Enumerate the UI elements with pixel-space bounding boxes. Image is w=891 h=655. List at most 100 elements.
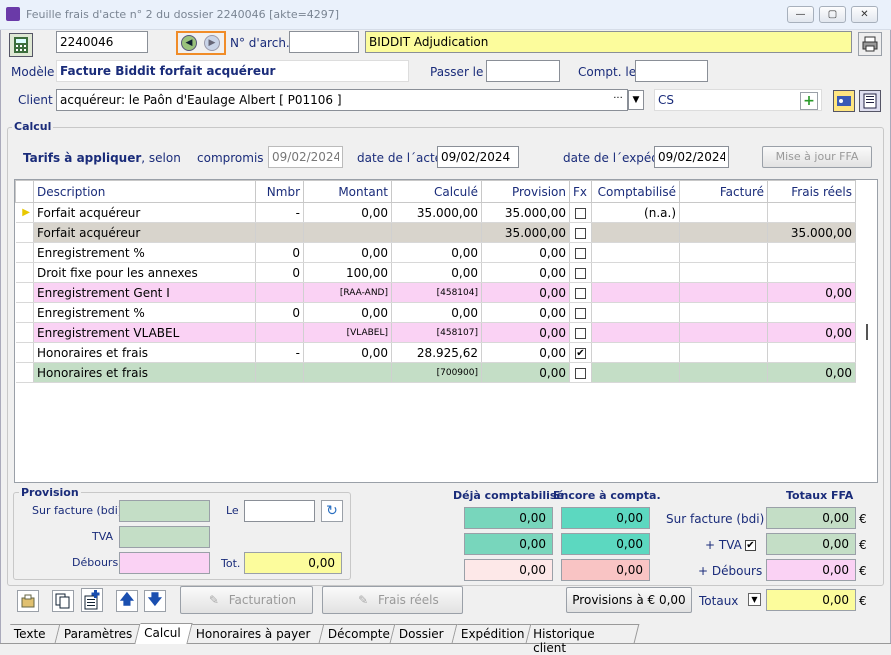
table-row[interactable]: Honoraires et frais -0,00 28.925,62 0,00 ✔ <box>15 342 856 363</box>
grid-scrollbar-thumb[interactable] <box>866 324 868 340</box>
cell-montant[interactable]: 0,00 <box>303 302 392 323</box>
tab-calcul[interactable]: Calcul <box>135 623 193 644</box>
cell-reels[interactable] <box>767 242 856 263</box>
cell-provision[interactable]: 35.000,00 <box>481 202 570 223</box>
row-selector[interactable]: ▶ <box>15 202 34 223</box>
cell-desc[interactable]: Honoraires et frais <box>33 362 256 383</box>
close-button[interactable]: ✕ <box>851 6 878 23</box>
cell-desc[interactable]: Enregistrement Gent I <box>33 282 256 303</box>
cell-facture[interactable] <box>679 322 768 343</box>
cell-compta[interactable] <box>591 282 680 303</box>
table-row[interactable]: Enregistrement Gent I [RAA-AND] [458104] 0,… <box>15 282 856 303</box>
col-facture[interactable]: Facturé <box>679 180 768 203</box>
cell-compta[interactable] <box>591 262 680 283</box>
cell-montant[interactable]: 100,00 <box>303 262 392 283</box>
table-row[interactable]: Forfait acquéreur 35.000,00 35.000,00 <box>15 222 856 243</box>
fx-checkbox[interactable] <box>575 287 586 299</box>
fx-checkbox[interactable] <box>575 227 586 239</box>
cell-calcule[interactable]: [458104] <box>391 282 482 303</box>
cell-provision[interactable]: 0,00 <box>481 322 570 343</box>
cell-calcule[interactable]: 35.000,00 <box>391 202 482 223</box>
row-selector[interactable] <box>15 322 34 343</box>
cell-compta[interactable] <box>591 322 680 343</box>
cell-nmbr[interactable]: - <box>255 202 304 223</box>
fx-checkbox-cell[interactable] <box>569 282 592 303</box>
add-client-icon[interactable]: + <box>800 92 818 110</box>
col-nmbr[interactable]: Nmbr <box>255 180 304 203</box>
facturation-button[interactable]: ✎ Facturation <box>180 586 313 614</box>
cell-montant[interactable]: [RAA-AND] <box>303 282 392 303</box>
ffa-tva-checkbox[interactable]: ✔ <box>745 538 756 552</box>
cell-montant[interactable]: 0,00 <box>303 342 392 363</box>
row-selector[interactable] <box>15 282 34 303</box>
cell-facture[interactable] <box>679 362 768 383</box>
cell-compta[interactable] <box>591 362 680 383</box>
frais-reels-button[interactable]: ✎ Frais réels <box>322 586 463 614</box>
cell-desc[interactable]: Forfait acquéreur <box>33 222 256 243</box>
row-selector[interactable] <box>15 362 34 383</box>
cell-nmbr[interactable]: - <box>255 342 304 363</box>
compromis-input[interactable] <box>268 146 343 168</box>
cell-compta[interactable] <box>591 242 680 263</box>
cell-nmbr[interactable]: 0 <box>255 262 304 283</box>
cell-montant[interactable]: 0,00 <box>303 202 392 223</box>
cell-montant[interactable] <box>303 362 392 383</box>
next-record-icon[interactable]: ▶ <box>204 35 220 51</box>
cell-compta[interactable] <box>591 302 680 323</box>
cell-reels[interactable] <box>767 302 856 323</box>
prov-sur-facture-field[interactable] <box>119 500 210 522</box>
tab-d-compte[interactable]: Décompte <box>319 624 396 643</box>
fx-checkbox[interactable] <box>575 207 586 219</box>
cell-calcule[interactable]: 28.925,62 <box>391 342 482 363</box>
cell-calcule[interactable]: 0,00 <box>391 262 482 283</box>
fx-checkbox-cell[interactable]: ✔ <box>569 342 592 363</box>
client-detail-icon[interactable] <box>859 90 881 112</box>
client-dropdown-button[interactable]: ▼ <box>628 90 644 110</box>
row-selector[interactable] <box>15 342 34 363</box>
cell-desc[interactable]: Honoraires et frais <box>33 342 256 363</box>
cell-reels[interactable]: 35.000,00 <box>767 222 856 243</box>
prev-record-icon[interactable]: ◀ <box>181 35 197 51</box>
cell-nmbr[interactable] <box>255 362 304 383</box>
cell-montant[interactable] <box>303 222 392 243</box>
table-row[interactable]: Enregistrement VLABEL [VLABEL] [458107] 0,0… <box>15 322 856 343</box>
cell-desc[interactable]: Enregistrement % <box>33 302 256 323</box>
row-selector[interactable] <box>15 262 34 283</box>
client-browse-button[interactable]: ··· <box>609 91 627 109</box>
fx-checkbox-cell[interactable] <box>569 302 592 323</box>
cell-nmbr[interactable]: 0 <box>255 302 304 323</box>
col-montant[interactable]: Montant <box>303 180 392 203</box>
provisions-button[interactable]: Provisions à € 0,00 <box>566 587 692 613</box>
cell-calcule[interactable]: [458107] <box>391 322 482 343</box>
cell-nmbr[interactable] <box>255 322 304 343</box>
maximize-button[interactable]: ▢ <box>819 6 846 23</box>
fx-checkbox-cell[interactable] <box>569 262 592 283</box>
col-fx[interactable]: Fx <box>569 180 592 203</box>
cell-provision[interactable]: 0,00 <box>481 242 570 263</box>
cell-desc[interactable]: Enregistrement VLABEL <box>33 322 256 343</box>
cell-calcule[interactable] <box>391 222 482 243</box>
fx-checkbox[interactable] <box>575 327 586 339</box>
modele-input[interactable] <box>56 60 409 82</box>
cell-reels[interactable] <box>767 202 856 223</box>
cell-facture[interactable] <box>679 222 768 243</box>
cell-calcule[interactable]: [700900] <box>391 362 482 383</box>
cell-facture[interactable] <box>679 202 768 223</box>
col-provision[interactable]: Provision <box>481 180 570 203</box>
cell-provision[interactable]: 0,00 <box>481 302 570 323</box>
cell-nmbr[interactable] <box>255 282 304 303</box>
properties-icon[interactable] <box>17 590 39 612</box>
client-code-input[interactable] <box>654 89 822 111</box>
refresh-icon[interactable]: ↻ <box>321 500 343 522</box>
move-down-icon[interactable]: 🡇 <box>144 590 166 612</box>
printer-icon[interactable] <box>858 32 882 56</box>
client-card-icon[interactable] <box>833 90 855 112</box>
minimize-button[interactable]: — <box>787 6 814 23</box>
cell-provision[interactable]: 0,00 <box>481 262 570 283</box>
fx-checkbox-cell[interactable] <box>569 242 592 263</box>
cell-reels[interactable] <box>767 262 856 283</box>
dossier-name-input[interactable] <box>365 31 852 53</box>
passer-input[interactable] <box>486 60 560 82</box>
cell-provision[interactable]: 0,00 <box>481 282 570 303</box>
cell-reels[interactable]: 0,00 <box>767 282 856 303</box>
